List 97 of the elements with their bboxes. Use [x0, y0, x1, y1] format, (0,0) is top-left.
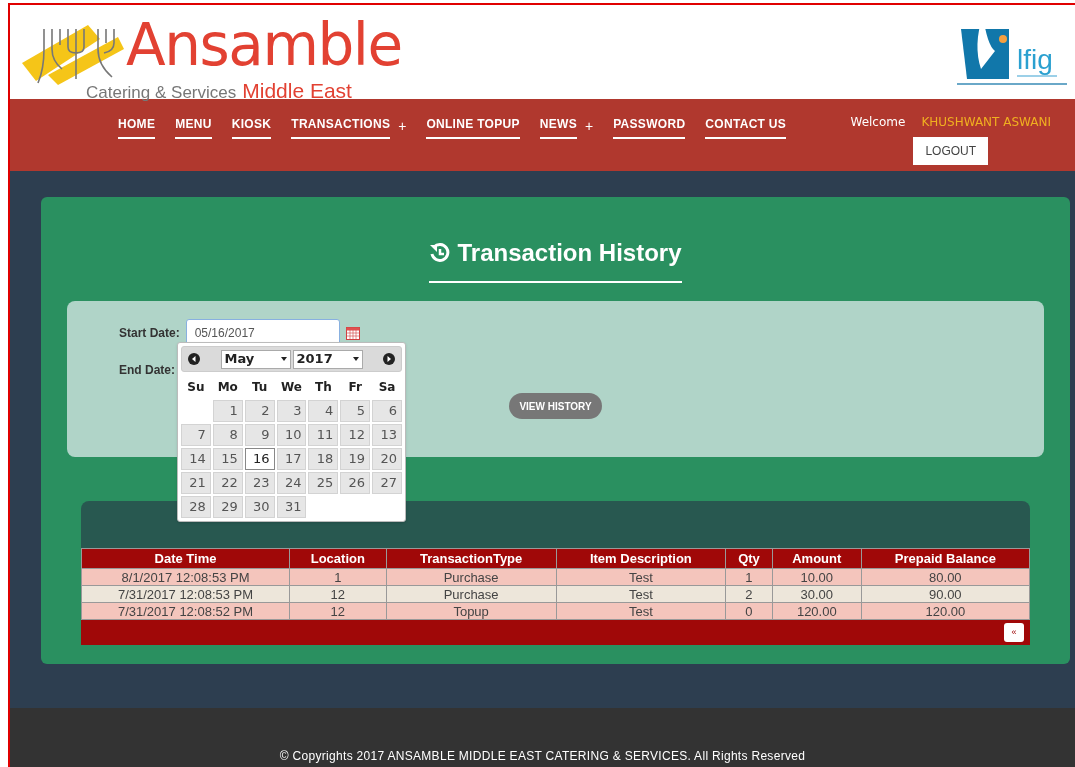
- history-icon: [429, 242, 452, 264]
- column-header: Date Time: [81, 548, 290, 569]
- nav-link[interactable]: ONLINE TOPUP: [426, 115, 520, 139]
- logo-wordmark: Ansamble: [126, 15, 402, 75]
- table-cell: 80.00: [861, 568, 1030, 586]
- calendar-day[interactable]: 21: [181, 472, 211, 494]
- table-cell: Topup: [386, 602, 557, 620]
- next-month-icon[interactable]: [383, 353, 395, 365]
- nav-link[interactable]: CONTACT US: [705, 115, 787, 139]
- calendar-day[interactable]: 22: [212, 472, 243, 494]
- previous-month-icon[interactable]: [188, 353, 200, 365]
- column-header: Amount: [772, 548, 862, 569]
- calendar-day[interactable]: 16: [244, 448, 275, 470]
- logout-button[interactable]: LOGOUT: [913, 137, 989, 165]
- calendar-day[interactable]: 26: [340, 472, 371, 494]
- copyright-text: © Copyrights 2017 ANSAMBLE MIDDLE EAST CATERING & SERVICES. All Rights Reserved: [279, 748, 806, 765]
- nav-link[interactable]: MENU: [175, 115, 212, 139]
- column-header: Item Description: [556, 548, 726, 569]
- table-cell: 12: [289, 585, 387, 603]
- calendar-day[interactable]: 13: [372, 424, 402, 446]
- weekday-label: Mo: [216, 379, 239, 396]
- calendar-day[interactable]: 30: [244, 496, 275, 518]
- calendar-day[interactable]: 10: [276, 424, 307, 446]
- nav-link[interactable]: KIOSK: [231, 115, 272, 139]
- calendar-day[interactable]: 29: [212, 496, 243, 518]
- nav-link[interactable]: PASSWORD: [613, 115, 686, 139]
- calendar-day[interactable]: 9: [244, 424, 275, 446]
- calendar-icon[interactable]: [345, 326, 360, 340]
- weekday-label: We: [280, 379, 303, 396]
- calendar-day[interactable]: 31: [276, 496, 307, 518]
- page-title: Transaction History: [457, 238, 682, 268]
- column-header: Prepaid Balance: [861, 548, 1030, 569]
- table-cell: Purchase: [386, 568, 557, 586]
- table-cell: 120.00: [861, 602, 1030, 620]
- table-cell: 30.00: [772, 585, 862, 603]
- calendar-day[interactable]: 7: [181, 424, 211, 446]
- calendar-day[interactable]: 24: [276, 472, 307, 494]
- table-cell: 0: [725, 602, 773, 620]
- nav-link[interactable]: NEWS: [539, 115, 577, 139]
- calendar-day[interactable]: 18: [308, 448, 339, 470]
- view-history-button[interactable]: VIEW HISTORY: [509, 393, 602, 419]
- calendar-day[interactable]: 17: [276, 448, 307, 470]
- weekday-label: Tu: [250, 379, 269, 396]
- calendar-day[interactable]: 25: [308, 472, 339, 494]
- calendar-day[interactable]: 12: [340, 424, 371, 446]
- weekday-label: Sa: [377, 379, 397, 396]
- column-header: Location: [289, 548, 387, 569]
- table-cell: 1: [725, 568, 773, 586]
- table-cell: Purchase: [386, 585, 557, 603]
- submenu-toggle[interactable]: +: [585, 116, 594, 137]
- table-cell: 120.00: [772, 602, 862, 620]
- table-cell: 2: [725, 585, 773, 603]
- year-select[interactable]: 2017: [292, 349, 363, 369]
- calendar-day[interactable]: 6: [372, 400, 402, 422]
- logo-region: Middle East: [242, 78, 352, 104]
- weekday-label: Su: [186, 379, 206, 396]
- table-cell: 7/31/2017 12:08:52 PM: [81, 602, 290, 620]
- calendar-day[interactable]: 4: [308, 400, 339, 422]
- table-cell: Test: [556, 602, 726, 620]
- calendar-day[interactable]: 19: [340, 448, 371, 470]
- calendar-day[interactable]: 27: [372, 472, 402, 494]
- calendar-day[interactable]: 14: [181, 448, 211, 470]
- column-header: TransactionType: [386, 548, 557, 569]
- weekday-label: Fr: [347, 379, 363, 396]
- table-cell: 10.00: [772, 568, 862, 586]
- field-label: Start Date:: [119, 325, 180, 342]
- weekday-label: Th: [314, 379, 333, 396]
- caret-icon: [352, 357, 359, 361]
- table-cell: 90.00: [861, 585, 1030, 603]
- calendar-day[interactable]: 2: [244, 400, 275, 422]
- calendar-day[interactable]: 11: [308, 424, 339, 446]
- user-name: KHUSHWANT ASWANI: [921, 114, 1051, 131]
- submenu-toggle[interactable]: +: [398, 116, 407, 137]
- welcome-text: Welcome: [850, 114, 906, 131]
- calendar-day[interactable]: 28: [181, 496, 211, 518]
- calendar-day[interactable]: 8: [212, 424, 243, 446]
- month-select[interactable]: May: [220, 349, 291, 369]
- previous-page-button[interactable]: «: [1004, 623, 1024, 642]
- calendar-day[interactable]: 15: [212, 448, 243, 470]
- column-header: Qty: [725, 548, 773, 569]
- calendar-day[interactable]: 20: [372, 448, 402, 470]
- nav-link[interactable]: TRANSACTIONS: [291, 115, 391, 139]
- caret-icon: [280, 357, 287, 361]
- calendar-day[interactable]: 5: [340, 400, 371, 422]
- table-cell: Test: [556, 585, 726, 603]
- table-cell: 12: [289, 602, 387, 620]
- table-cell: 7/31/2017 12:08:53 PM: [81, 585, 290, 603]
- calendar-day[interactable]: 23: [244, 472, 275, 494]
- field-label: End Date:: [119, 362, 175, 379]
- table-cell: Test: [556, 568, 726, 586]
- calendar-day[interactable]: 3: [276, 400, 307, 422]
- calendar-day[interactable]: 1: [212, 400, 243, 422]
- table-cell: 8/1/2017 12:08:53 PM: [81, 568, 290, 586]
- logo-tagline: Catering & Services: [86, 82, 237, 104]
- nav-link[interactable]: HOME: [118, 115, 156, 139]
- table-cell: 1: [289, 568, 387, 586]
- school-wordmark: lfig: [1017, 45, 1054, 75]
